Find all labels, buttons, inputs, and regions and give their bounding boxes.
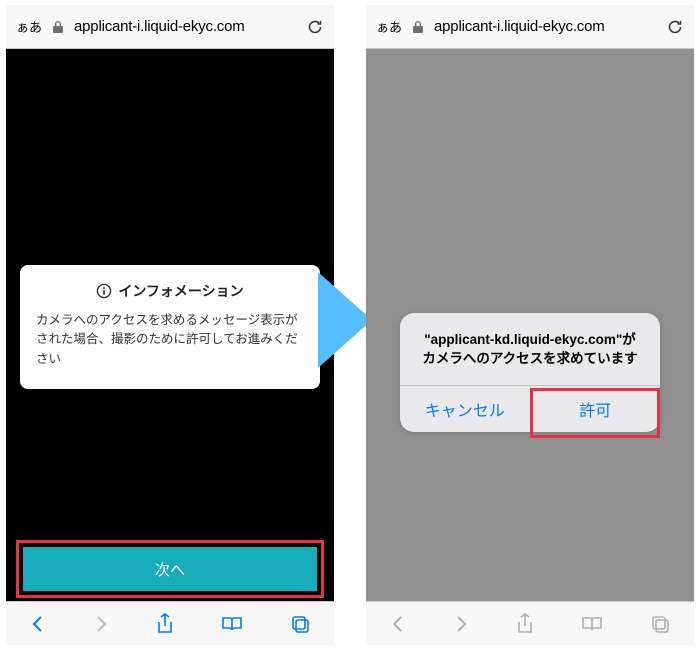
info-card: インフォメーション カメラへのアクセスを求めるメッセージ表示がされた場合、撮影の… [20, 265, 320, 389]
info-body: カメラへのアクセスを求めるメッセージ表示がされた場合、撮影のために許可してお進み… [36, 311, 304, 369]
safari-topbar: ぁあ applicant-i.liquid-ekyc.com [366, 5, 694, 49]
share-icon [516, 613, 534, 635]
bookmarks-icon[interactable] [221, 615, 243, 633]
info-icon [96, 283, 112, 299]
permission-alert: "applicant-kd.liquid-ekyc.com"がカメラへのアクセス… [400, 313, 660, 432]
phone-right: ぁあ applicant-i.liquid-ekyc.com "applican… [366, 5, 694, 645]
text-size-control[interactable]: ぁあ [16, 17, 42, 36]
url-text: applicant-i.liquid-ekyc.com [74, 18, 245, 35]
cancel-button[interactable]: キャンセル [400, 386, 531, 432]
page-viewport: インフォメーション カメラへのアクセスを求めるメッセージ表示がされた場合、撮影の… [6, 49, 334, 601]
lock-icon [52, 20, 64, 34]
flow-arrow-icon [318, 272, 372, 368]
tabs-icon[interactable] [290, 614, 310, 634]
bookmarks-icon [581, 615, 603, 633]
forward-icon [93, 614, 109, 634]
safari-bottombar [6, 601, 334, 645]
highlight-frame-next: 次へ [16, 540, 324, 598]
alert-message: "applicant-kd.liquid-ekyc.com"がカメラへのアクセス… [400, 313, 660, 385]
url-text: applicant-i.liquid-ekyc.com [434, 18, 605, 35]
phone-left: ぁあ applicant-i.liquid-ekyc.com インフォメーション… [6, 5, 334, 645]
back-icon [390, 614, 406, 634]
share-icon[interactable] [156, 613, 174, 635]
safari-bottombar [366, 601, 694, 645]
reload-icon[interactable] [306, 18, 324, 36]
safari-topbar: ぁあ applicant-i.liquid-ekyc.com [6, 5, 334, 49]
back-icon[interactable] [30, 614, 46, 634]
allow-button[interactable]: 許可 [531, 386, 661, 432]
lock-icon [412, 20, 424, 34]
text-size-control[interactable]: ぁあ [376, 17, 402, 36]
alert-buttons: キャンセル 許可 [400, 385, 660, 432]
next-button[interactable]: 次へ [23, 547, 317, 591]
info-title-row: インフォメーション [36, 281, 304, 301]
info-title-text: インフォメーション [118, 281, 243, 301]
tabs-icon [650, 614, 670, 634]
forward-icon [453, 614, 469, 634]
reload-icon[interactable] [666, 18, 684, 36]
page-viewport: "applicant-kd.liquid-ekyc.com"がカメラへのアクセス… [366, 49, 694, 601]
